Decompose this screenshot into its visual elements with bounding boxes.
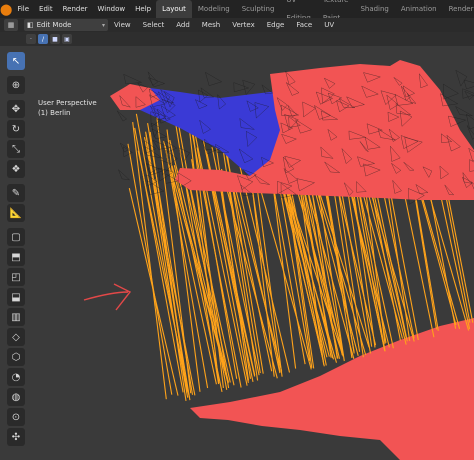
- mode-dropdown[interactable]: ◧ Edit Mode ▾: [24, 19, 108, 31]
- menu-mesh[interactable]: Mesh: [196, 18, 226, 32]
- select-mode-extra-icon[interactable]: ▣: [62, 34, 72, 44]
- tab-modeling[interactable]: Modeling: [192, 0, 236, 18]
- bevel-icon[interactable]: ⬓: [7, 288, 25, 306]
- tool-shelf: ↖ ⊕ ✥ ↻ ⤡ ❖ ✎ 📐 ▢ ⬒ ◰ ⬓ ▥ ◇ ⬡ ◔ ◍ ⊙ ✣: [6, 52, 26, 446]
- spin-icon[interactable]: ◔: [7, 368, 25, 386]
- viewport-header: ▦ ◧ Edit Mode ▾ View Select Add Mesh Ver…: [0, 18, 474, 32]
- mode-label: Edit Mode: [36, 21, 72, 29]
- transform-icon[interactable]: ❖: [7, 160, 25, 178]
- menu-select[interactable]: Select: [137, 18, 171, 32]
- extrude-edge: [128, 187, 179, 396]
- wire-triangle: [242, 79, 256, 96]
- perspective-label: User Perspective: [38, 99, 97, 107]
- extrude-icon[interactable]: ⬒: [7, 248, 25, 266]
- menu-add[interactable]: Add: [170, 18, 196, 32]
- wire-triangle: [147, 71, 159, 86]
- tab-sculpting[interactable]: Sculpting: [236, 0, 281, 18]
- tab-shading[interactable]: Shading: [354, 0, 394, 18]
- wire-triangle: [455, 105, 473, 116]
- menu-edit[interactable]: Edit: [34, 0, 58, 18]
- edit-mode-icon: ◧: [27, 21, 34, 29]
- move-icon[interactable]: ✥: [7, 100, 25, 118]
- top-menu-bar: ⬤ File Edit Render Window Help Layout Mo…: [0, 0, 474, 22]
- cursor-icon[interactable]: ⊕: [7, 76, 25, 94]
- wire-triangle: [118, 169, 131, 181]
- blender-logo-icon[interactable]: ⬤: [0, 0, 12, 18]
- menu-render[interactable]: Render: [58, 0, 93, 18]
- wire-triangle: [123, 73, 143, 85]
- chevron-down-icon: ▾: [101, 21, 105, 29]
- poly-build-icon[interactable]: ⬡: [7, 348, 25, 366]
- wire-triangle: [463, 79, 474, 90]
- smooth-icon[interactable]: ◍: [7, 388, 25, 406]
- tab-rendering[interactable]: Rendering: [443, 0, 474, 18]
- menu-view[interactable]: View: [108, 18, 137, 32]
- shear-icon[interactable]: ✣: [7, 428, 25, 446]
- add-cube-icon[interactable]: ▢: [7, 228, 25, 246]
- shrink-fatten-icon[interactable]: ⊙: [7, 408, 25, 426]
- inset-icon[interactable]: ◰: [7, 268, 25, 286]
- measure-icon[interactable]: 📐: [7, 204, 25, 222]
- object-label: (1) Berlin: [38, 109, 71, 117]
- knife-icon[interactable]: ◇: [7, 328, 25, 346]
- viewport-info: User Perspective (1) Berlin: [38, 98, 97, 118]
- wire-triangle: [466, 125, 474, 140]
- menu-window[interactable]: Window: [93, 0, 131, 18]
- loop-cut-icon[interactable]: ▥: [7, 308, 25, 326]
- selection-mode-row: · / ■ ▣: [0, 32, 474, 46]
- menu-help[interactable]: Help: [130, 0, 156, 18]
- wire-triangle: [233, 82, 250, 93]
- edge-select-icon[interactable]: /: [38, 34, 48, 44]
- face-select-icon[interactable]: ■: [50, 34, 60, 44]
- wire-triangle: [455, 69, 468, 87]
- wire-triangle: [116, 110, 127, 122]
- editor-type-icon[interactable]: ▦: [4, 19, 18, 31]
- vertex-select-icon[interactable]: ·: [26, 34, 36, 44]
- annotation-arrow: [83, 283, 132, 311]
- rotate-icon[interactable]: ↻: [7, 120, 25, 138]
- menu-uv[interactable]: UV: [318, 18, 340, 32]
- select-box-icon[interactable]: ↖: [7, 52, 25, 70]
- menu-edge[interactable]: Edge: [261, 18, 291, 32]
- annotate-icon[interactable]: ✎: [7, 184, 25, 202]
- tab-animation[interactable]: Animation: [395, 0, 443, 18]
- menu-vertex[interactable]: Vertex: [226, 18, 261, 32]
- tab-layout[interactable]: Layout: [156, 0, 192, 18]
- menu-file[interactable]: File: [12, 0, 34, 18]
- scale-icon[interactable]: ⤡: [7, 140, 25, 158]
- wire-triangle: [152, 139, 172, 150]
- menu-face[interactable]: Face: [290, 18, 318, 32]
- 3d-viewport[interactable]: User Perspective (1) Berlin: [0, 46, 474, 460]
- wire-triangle: [147, 77, 166, 88]
- mesh-base-red: [190, 318, 474, 460]
- wire-triangle: [205, 71, 223, 86]
